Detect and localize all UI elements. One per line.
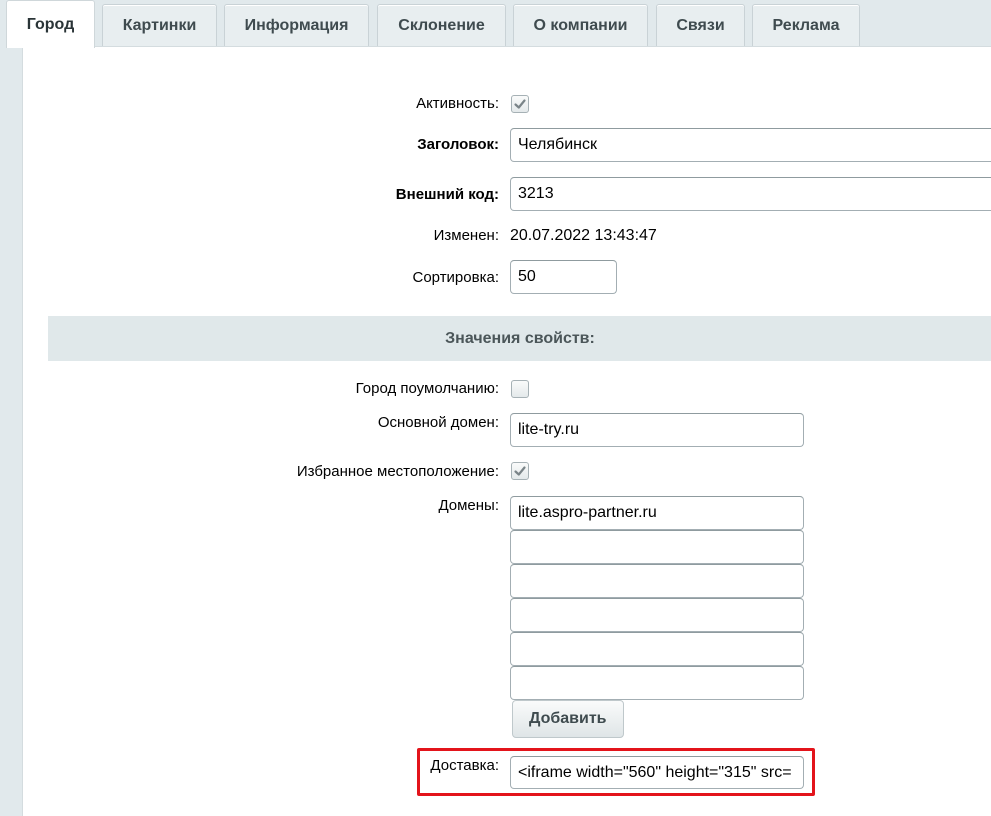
form-panel: Активность: Заголовок: Внешний код: Изме… xyxy=(22,46,991,816)
sort-label: Сортировка: xyxy=(412,269,500,286)
section-title: Значения свойств: xyxy=(445,329,595,347)
domain-input[interactable] xyxy=(510,564,804,598)
tab-declension[interactable]: Склонение xyxy=(377,4,506,46)
tab-links[interactable]: Связи xyxy=(656,4,745,46)
favorite-location-checkbox[interactable] xyxy=(511,462,529,480)
domain-input[interactable] xyxy=(510,632,804,666)
title-input[interactable] xyxy=(510,128,991,162)
external-code-label: Внешний код: xyxy=(395,186,499,203)
domain-input[interactable] xyxy=(510,666,804,700)
tab-label: Город xyxy=(26,15,75,33)
default-city-label: Город поумолчанию: xyxy=(355,380,499,397)
domain-input[interactable] xyxy=(510,530,804,564)
add-domain-button[interactable]: Добавить xyxy=(512,700,624,738)
active-checkbox[interactable] xyxy=(511,95,529,113)
delivery-label: Доставка: xyxy=(430,757,499,774)
modified-value: 20.07.2022 13:43:47 xyxy=(510,227,657,244)
active-label: Активность: xyxy=(416,95,499,112)
domain-input[interactable] xyxy=(510,496,804,530)
checkmark-icon xyxy=(514,466,526,476)
favorite-location-label: Избранное местоположение: xyxy=(296,463,499,480)
tab-label: Связи xyxy=(676,16,725,34)
delivery-input[interactable] xyxy=(510,756,804,789)
external-code-input[interactable] xyxy=(510,177,991,211)
tab-label: О компании xyxy=(533,16,628,34)
modified-label: Изменен: xyxy=(433,227,499,244)
tab-city[interactable]: Город xyxy=(6,0,95,48)
tab-label: Информация xyxy=(244,16,349,34)
tab-pictures[interactable]: Картинки xyxy=(102,4,217,46)
checkmark-icon xyxy=(514,99,526,109)
domain-input[interactable] xyxy=(510,598,804,632)
properties-section-header: Значения свойств: xyxy=(48,316,991,361)
tab-advertising[interactable]: Реклама xyxy=(752,4,860,46)
tab-bar: Город Картинки Информация Склонение О ко… xyxy=(0,0,991,48)
default-city-checkbox[interactable] xyxy=(511,380,529,398)
title-label: Заголовок: xyxy=(417,136,499,153)
domains-label: Домены: xyxy=(438,497,499,514)
main-domain-label: Основной домен: xyxy=(377,414,499,431)
tab-label: Реклама xyxy=(772,16,840,34)
main-domain-input[interactable] xyxy=(510,413,804,447)
tab-information[interactable]: Информация xyxy=(224,4,369,46)
tab-label: Картинки xyxy=(122,16,197,34)
tab-about-company[interactable]: О компании xyxy=(513,4,648,46)
sort-input[interactable] xyxy=(510,260,617,294)
tab-label: Склонение xyxy=(398,16,485,34)
